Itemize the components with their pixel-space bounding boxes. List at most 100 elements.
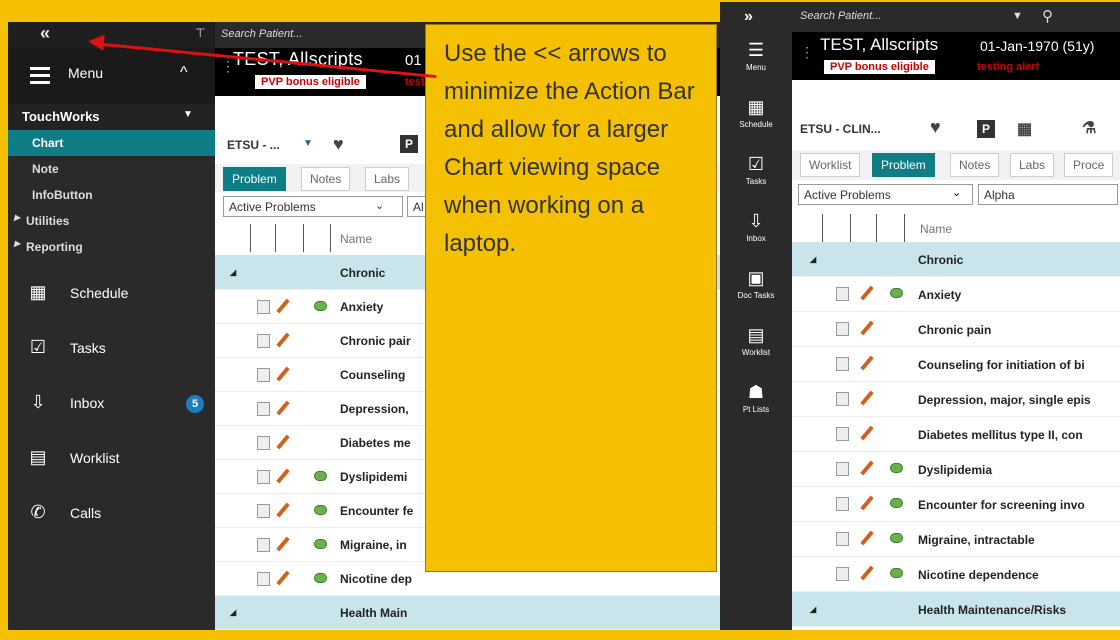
chevron-up-icon[interactable]: ^: [180, 64, 188, 82]
search-patient-input[interactable]: Search Patient...: [221, 28, 302, 40]
document-icon[interactable]: [257, 402, 270, 416]
edit-pencil-icon[interactable]: [276, 332, 290, 348]
medication-pill-icon[interactable]: [314, 573, 327, 583]
nav-calls[interactable]: ✆ Calls: [8, 487, 215, 542]
p-icon[interactable]: P: [977, 120, 995, 138]
document-icon[interactable]: [836, 567, 849, 581]
pin-icon[interactable]: ⊤: [195, 26, 205, 40]
problem-row[interactable]: Diabetes mellitus type II, con: [792, 417, 1120, 452]
document-icon[interactable]: [257, 436, 270, 450]
tab-labs[interactable]: Labs: [1010, 153, 1055, 177]
edit-pencil-icon[interactable]: [860, 390, 874, 406]
double-chevron-right-icon[interactable]: »: [744, 8, 753, 26]
patient-name[interactable]: TEST, Allscripts: [820, 35, 938, 55]
tab-labs[interactable]: Labs: [365, 167, 410, 191]
nav-tasks[interactable]: ☑ Tasks: [8, 322, 215, 377]
document-icon[interactable]: [836, 462, 849, 476]
problem-row[interactable]: Encounter for screening invo: [792, 487, 1120, 522]
pvp-alert-badge[interactable]: PVP bonus eligible: [255, 75, 366, 89]
submenu-chart[interactable]: Chart: [8, 130, 215, 156]
document-icon[interactable]: [836, 427, 849, 441]
medication-pill-icon[interactable]: [314, 505, 327, 515]
nav-inbox[interactable]: ⇩ Inbox 5: [8, 377, 215, 432]
edit-pencil-icon[interactable]: [276, 570, 290, 586]
document-icon[interactable]: [836, 287, 849, 301]
organization-select[interactable]: ETSU - ...: [227, 138, 280, 152]
document-icon[interactable]: [257, 368, 270, 382]
edit-pencil-icon[interactable]: [860, 565, 874, 581]
test-alert-badge[interactable]: test: [405, 76, 425, 88]
collapse-triangle-icon[interactable]: ◢: [810, 255, 816, 264]
medication-pill-icon[interactable]: [890, 288, 903, 298]
medication-pill-icon[interactable]: [890, 498, 903, 508]
tab-procedures[interactable]: Proce: [1064, 153, 1114, 177]
menu-header[interactable]: Menu ^: [8, 48, 215, 104]
heartbeat-icon[interactable]: ♥: [930, 117, 941, 138]
edit-pencil-icon[interactable]: [860, 495, 874, 511]
problem-row[interactable]: Depression, major, single epis: [792, 382, 1120, 417]
nav-inbox[interactable]: ⇩ Inbox: [720, 207, 792, 263]
nav-menu[interactable]: ☰ Menu: [720, 36, 792, 92]
edit-pencil-icon[interactable]: [276, 298, 290, 314]
search-patient-input[interactable]: Search Patient...: [800, 10, 881, 22]
problem-row[interactable]: Chronic pain: [792, 312, 1120, 347]
tab-problem[interactable]: Problem: [223, 167, 286, 191]
tab-worklist[interactable]: Worklist: [800, 153, 861, 177]
submenu-infobutton[interactable]: InfoButton: [8, 182, 215, 208]
submenu-reporting[interactable]: ▶ Reporting: [8, 234, 215, 260]
nav-tasks[interactable]: ☑ Tasks: [720, 150, 792, 206]
document-icon[interactable]: [836, 532, 849, 546]
calculator-icon[interactable]: ▦: [1017, 119, 1032, 139]
medication-pill-icon[interactable]: [890, 568, 903, 578]
medication-pill-icon[interactable]: [890, 463, 903, 473]
document-icon[interactable]: [257, 300, 270, 314]
nav-doc-tasks[interactable]: ▣ Doc Tasks: [720, 264, 792, 320]
edit-pencil-icon[interactable]: [276, 536, 290, 552]
flask-icon[interactable]: ⚗: [1082, 118, 1096, 138]
document-icon[interactable]: [257, 572, 270, 586]
heartbeat-icon[interactable]: ♥: [333, 134, 344, 155]
nav-worklist[interactable]: ▤ Worklist: [8, 432, 215, 487]
problem-group-row[interactable]: ◢ Health Maintenance/Risks: [792, 592, 1120, 627]
collapse-triangle-icon[interactable]: ◢: [230, 268, 236, 277]
tab-notes[interactable]: Notes: [301, 167, 351, 191]
tab-notes[interactable]: Notes: [950, 153, 1000, 177]
medication-pill-icon[interactable]: [314, 301, 327, 311]
dropdown-arrow-icon[interactable]: ▼: [303, 138, 313, 149]
p-icon[interactable]: P: [400, 135, 418, 153]
document-icon[interactable]: [836, 392, 849, 406]
document-icon[interactable]: [257, 504, 270, 518]
nav-schedule[interactable]: ▦ Schedule: [8, 267, 215, 322]
document-icon[interactable]: [836, 357, 849, 371]
touchworks-dropdown[interactable]: TouchWorks ▼: [8, 104, 215, 130]
problem-group-row[interactable]: ◢ Health Main: [215, 596, 720, 630]
edit-pencil-icon[interactable]: [860, 285, 874, 301]
problem-row[interactable]: Migraine, intractable: [792, 522, 1120, 557]
document-icon[interactable]: [257, 334, 270, 348]
column-header-name[interactable]: Name: [340, 232, 372, 246]
edit-pencil-icon[interactable]: [860, 425, 874, 441]
edit-pencil-icon[interactable]: [860, 320, 874, 336]
search-icon[interactable]: ⚲: [1042, 7, 1053, 25]
organization-select[interactable]: ETSU - CLIN...: [800, 122, 881, 136]
submenu-utilities[interactable]: ▶ Utilities: [8, 208, 215, 234]
edit-pencil-icon[interactable]: [860, 355, 874, 371]
collapse-triangle-icon[interactable]: ◢: [810, 605, 816, 614]
problem-row[interactable]: Anxiety: [792, 277, 1120, 312]
edit-pencil-icon[interactable]: [276, 366, 290, 382]
pvp-alert-badge[interactable]: PVP bonus eligible: [824, 60, 935, 74]
edit-pencil-icon[interactable]: [276, 434, 290, 450]
nav-schedule[interactable]: ▦ Schedule: [720, 93, 792, 149]
test-alert-badge[interactable]: testing alert: [977, 61, 1039, 73]
edit-pencil-icon[interactable]: [276, 468, 290, 484]
problem-group-row[interactable]: ◢ Chronic: [792, 242, 1120, 277]
problem-row[interactable]: Dyslipidemia: [792, 452, 1120, 487]
document-icon[interactable]: [836, 322, 849, 336]
edit-pencil-icon[interactable]: [276, 502, 290, 518]
document-icon[interactable]: [257, 470, 270, 484]
more-vertical-icon[interactable]: ⋮: [800, 44, 814, 61]
edit-pencil-icon[interactable]: [860, 460, 874, 476]
nav-worklist[interactable]: ▤ Worklist: [720, 321, 792, 377]
problem-row[interactable]: Counseling for initiation of bi: [792, 347, 1120, 382]
document-icon[interactable]: [257, 538, 270, 552]
